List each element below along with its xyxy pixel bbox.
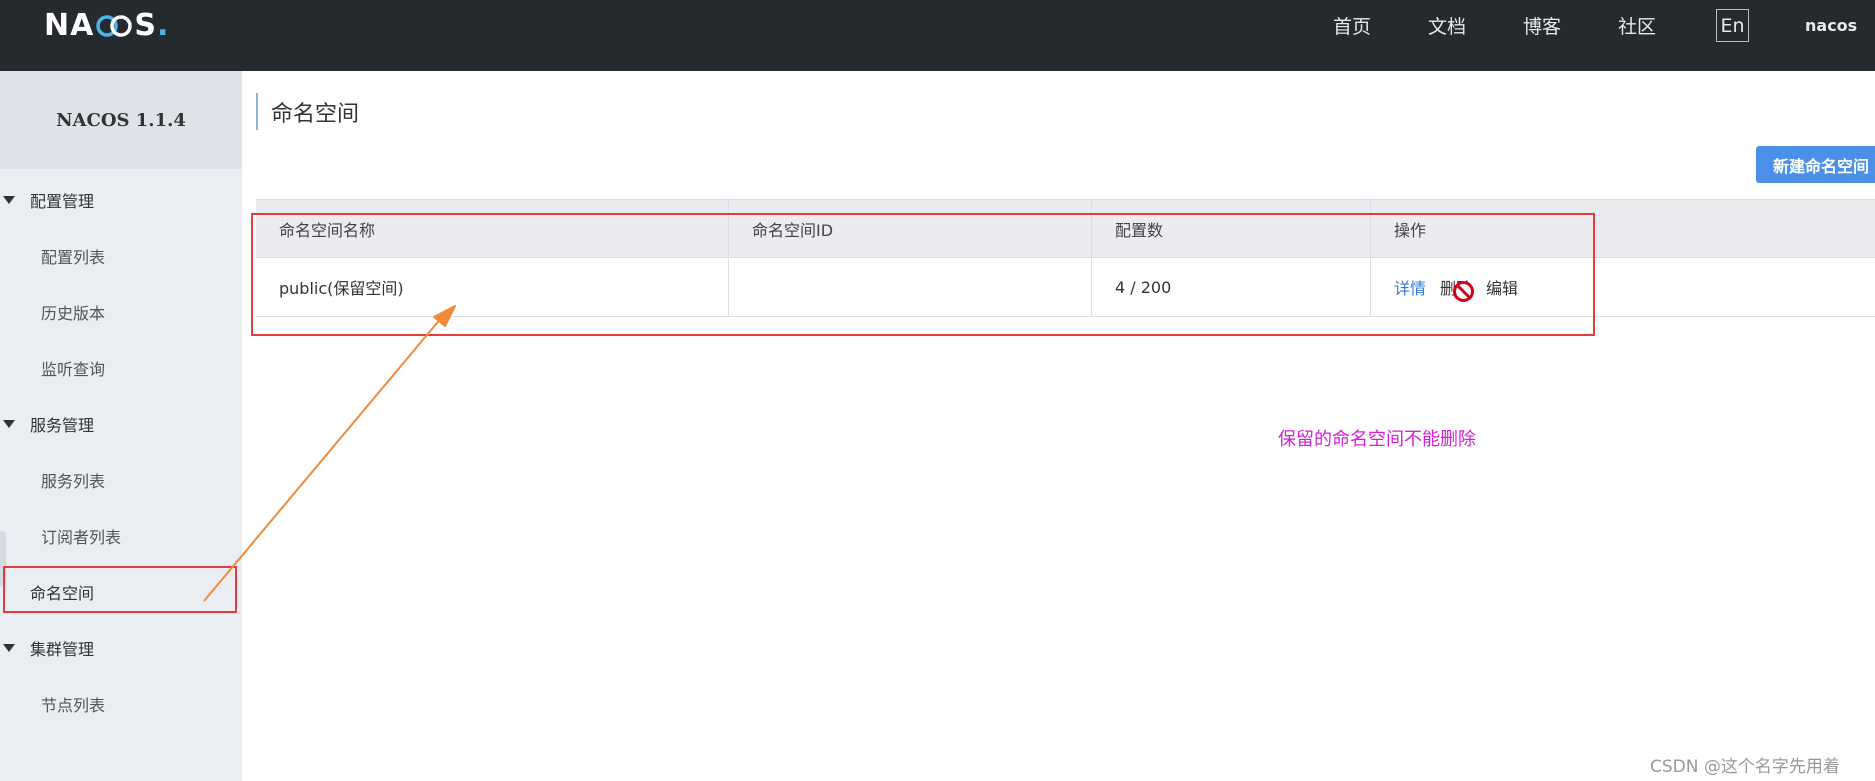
nav-blog[interactable]: 博客 [1523, 12, 1561, 39]
page-title: 命名空间 [256, 93, 359, 130]
sidebar-group-config[interactable]: 配置管理 [0, 188, 94, 212]
logo-text-start: NA [44, 8, 95, 43]
nacos-logo[interactable]: NA S . [44, 8, 169, 43]
sidebar: NACOS 1.1.4 配置管理 配置列表 历史版本 监听查询 服务管理 服务列… [0, 71, 242, 781]
sidebar-scroll-handle[interactable] [0, 531, 6, 586]
sidebar-group-label: 集群管理 [30, 640, 95, 659]
sidebar-group-service[interactable]: 服务管理 [0, 412, 94, 436]
nav-docs[interactable]: 文档 [1428, 12, 1466, 39]
language-switch-button[interactable]: En [1716, 9, 1749, 42]
caret-down-icon [3, 420, 15, 428]
not-allowed-cursor-icon [1453, 281, 1474, 302]
sidebar-version-title: NACOS 1.1.4 [0, 71, 242, 169]
sidebar-item-history[interactable]: 历史版本 [41, 300, 105, 324]
sidebar-group-cluster[interactable]: 集群管理 [0, 636, 94, 660]
sidebar-group-label: 配置管理 [30, 192, 95, 211]
nav-home[interactable]: 首页 [1333, 12, 1371, 39]
sidebar-item-listener-query[interactable]: 监听查询 [41, 356, 105, 380]
table-row: public(保留空间) 4 / 200 详情 删除 编辑 [256, 258, 1875, 317]
table-header: 命名空间名称 命名空间ID 配置数 操作 [256, 199, 1875, 258]
sidebar-item-config-list[interactable]: 配置列表 [41, 244, 105, 268]
watermark: CSDN @这个名字先用着 [1650, 757, 1840, 777]
header-namespace-name: 命名空间名称 [256, 200, 729, 257]
cell-actions: 详情 删除 编辑 [1371, 258, 1875, 316]
cell-namespace-name: public(保留空间) [256, 258, 729, 316]
sidebar-item-namespace[interactable]: 命名空间 [30, 580, 94, 604]
caret-down-icon [3, 196, 15, 204]
sidebar-item-subscriber-list[interactable]: 订阅者列表 [41, 524, 121, 548]
nav-community[interactable]: 社区 [1618, 12, 1656, 39]
new-namespace-button[interactable]: 新建命名空间 [1756, 146, 1875, 183]
header-actions: 操作 [1394, 220, 1427, 240]
header-config-count: 配置数 [1092, 200, 1371, 257]
logo-text-end: S [134, 8, 157, 43]
header-namespace-id: 命名空间ID [729, 200, 1092, 257]
sidebar-group-label: 服务管理 [30, 416, 95, 435]
cell-config-count: 4 / 200 [1092, 258, 1371, 316]
annotation-note: 保留的命名空间不能删除 [1278, 429, 1476, 450]
top-navbar: NA S . 首页 文档 博客 社区 En nacos [0, 0, 1875, 71]
edit-link[interactable]: 编辑 [1486, 275, 1518, 299]
caret-down-icon [3, 644, 15, 652]
detail-link[interactable]: 详情 [1394, 275, 1426, 299]
sidebar-item-service-list[interactable]: 服务列表 [41, 468, 105, 492]
sidebar-item-node-list[interactable]: 节点列表 [41, 692, 105, 716]
cell-namespace-id [729, 258, 1092, 316]
logo-dot: . [156, 8, 170, 43]
username[interactable]: nacos [1805, 16, 1857, 35]
logo-rings-icon [95, 13, 133, 39]
